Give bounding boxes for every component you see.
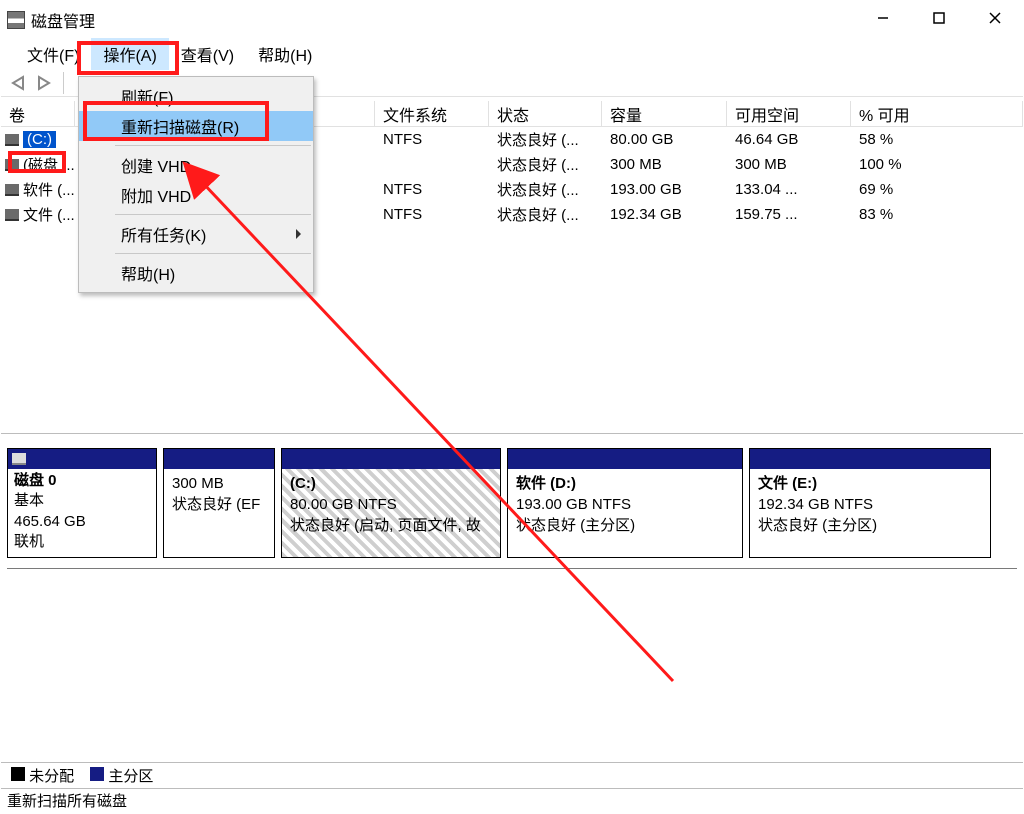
legend-primary: 主分区 [108, 768, 153, 785]
col-pct[interactable]: % 可用 [851, 101, 1023, 127]
col-capacity[interactable]: 容量 [602, 101, 727, 127]
menu-rescan[interactable]: 重新扫描磁盘(R) [79, 111, 313, 141]
menubar: 文件(F) 操作(A) 查看(V) 帮助(H) [1, 39, 1023, 69]
disk-size: 465.64 GB [14, 513, 86, 530]
minimize-button[interactable] [855, 1, 911, 35]
maximize-button[interactable] [911, 1, 967, 35]
col-free[interactable]: 可用空间 [727, 101, 851, 127]
close-button[interactable] [967, 1, 1023, 35]
action-dropdown: 刷新(F) 重新扫描磁盘(R) 创建 VHD 附加 VHD 所有任务(K) 帮助… [78, 76, 314, 293]
menu-file[interactable]: 文件(F) [15, 38, 91, 70]
disk-state: 联机 [14, 533, 44, 550]
volume-row[interactable]: 软件 (... [1, 177, 75, 202]
volume-icon [5, 159, 19, 171]
disk-name: 磁盘 0 [14, 472, 57, 489]
window-title: 磁盘管理 [31, 8, 95, 32]
nav-forward[interactable] [33, 75, 53, 91]
chevron-right-icon [296, 229, 301, 239]
titlebar: 磁盘管理 [1, 1, 1023, 39]
nav-back[interactable] [9, 75, 29, 91]
menu-view[interactable]: 查看(V) [169, 38, 246, 70]
volume-icon [5, 209, 19, 221]
app-icon [7, 11, 25, 29]
disk-icon [12, 453, 26, 465]
statusbar: 重新扫描所有磁盘 [1, 788, 1023, 812]
disk-type: 基本 [14, 492, 44, 509]
partition[interactable]: 软件 (D:)193.00 GB NTFS状态良好 (主分区) [507, 448, 743, 558]
menu-help[interactable]: 帮助(H) [246, 38, 324, 70]
menu-action[interactable]: 操作(A) [91, 38, 168, 70]
col-fs[interactable]: 文件系统 [375, 101, 489, 127]
menu-refresh[interactable]: 刷新(F) [79, 81, 313, 111]
menu-help-item[interactable]: 帮助(H) [79, 258, 313, 288]
col-volume[interactable]: 卷 [1, 101, 75, 127]
menu-all-tasks[interactable]: 所有任务(K) [79, 219, 313, 249]
legend: 未分配 主分区 [1, 762, 1023, 788]
disk-map: 磁盘 0 基本 465.64 GB 联机 300 MB状态良好 (EF(C:)8… [1, 433, 1023, 718]
status-text: 重新扫描所有磁盘 [7, 790, 127, 811]
partition[interactable]: (C:)80.00 GB NTFS状态良好 (启动, 页面文件, 故 [281, 448, 501, 558]
partition[interactable]: 文件 (E:)192.34 GB NTFS状态良好 (主分区) [749, 448, 991, 558]
col-status[interactable]: 状态 [489, 101, 602, 127]
menu-all-tasks-label: 所有任务(K) [121, 222, 206, 246]
menu-create-vhd[interactable]: 创建 VHD [79, 150, 313, 180]
volume-row[interactable]: (磁盘 ... [1, 152, 75, 177]
disk-row: 磁盘 0 基本 465.64 GB 联机 300 MB状态良好 (EF(C:)8… [7, 448, 1017, 558]
volume-row[interactable]: 文件 (... [1, 202, 75, 227]
disk-info[interactable]: 磁盘 0 基本 465.64 GB 联机 [7, 448, 157, 558]
partition[interactable]: 300 MB状态良好 (EF [163, 448, 275, 558]
volume-row[interactable]: (C:) [1, 127, 75, 152]
legend-unallocated: 未分配 [29, 768, 74, 785]
menu-attach-vhd[interactable]: 附加 VHD [79, 180, 313, 210]
volume-icon [5, 184, 19, 196]
volume-icon [5, 134, 19, 146]
